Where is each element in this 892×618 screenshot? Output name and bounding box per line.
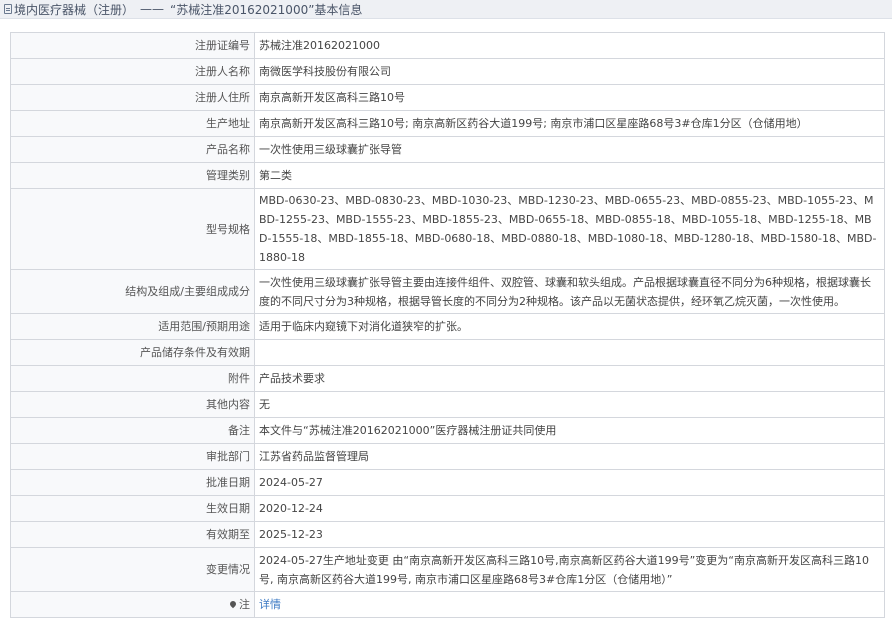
row-label: 备注 (10, 417, 255, 444)
row-label: 生效日期 (10, 495, 255, 522)
table-row: 有效期至 2025-12-23 (10, 521, 885, 548)
row-label: 附件 (10, 365, 255, 392)
row-value: 适用于临床内窥镜下对消化道狭窄的扩张。 (254, 313, 885, 340)
row-label: 有效期至 (10, 521, 255, 548)
row-value: 南京高新开发区高科三路10号; 南京高新区药谷大道199号; 南京市浦口区星座路… (254, 110, 885, 137)
row-label: 注 (239, 598, 250, 611)
row-label: 产品储存条件及有效期 (10, 339, 255, 366)
row-value: MBD-0630-23、MBD-0830-23、MBD-1030-23、MBD-… (254, 188, 885, 270)
row-value: 一次性使用三级球囊扩张导管主要由连接件组件、双腔管、球囊和软头组成。产品根据球囊… (254, 269, 885, 314)
row-label: 注册证编号 (10, 32, 255, 59)
header-separator: —— (140, 2, 165, 16)
row-value: 2025-12-23 (254, 521, 885, 548)
table-row: 适用范围/预期用途 适用于临床内窥镜下对消化道狭窄的扩张。 (10, 313, 885, 340)
row-value: 2020-12-24 (254, 495, 885, 522)
row-label: 管理类别 (10, 162, 255, 189)
table-row: 产品名称 一次性使用三级球囊扩张导管 (10, 136, 885, 163)
row-label: 注册人住所 (10, 84, 255, 111)
table-row: 生效日期 2020-12-24 (10, 495, 885, 522)
row-value: 本文件与“苏械注准20162021000”医疗器械注册证共同使用 (254, 417, 885, 444)
table-row: 产品储存条件及有效期 (10, 339, 885, 366)
row-value: 江苏省药品监督管理局 (254, 443, 885, 470)
row-label: 生产地址 (10, 110, 255, 137)
row-value: 2024-05-27 (254, 469, 885, 496)
row-label: 注册人名称 (10, 58, 255, 85)
document-icon (4, 4, 12, 14)
row-label: 批准日期 (10, 469, 255, 496)
info-table: 注册证编号 苏械注准20162021000 注册人名称 南微医学科技股份有限公司… (10, 32, 885, 618)
row-value (254, 339, 885, 366)
row-label: 其他内容 (10, 391, 255, 418)
table-row: 附件 产品技术要求 (10, 365, 885, 392)
row-label: 适用范围/预期用途 (10, 313, 255, 340)
row-value: 苏械注准20162021000 (254, 32, 885, 59)
table-row: 注册证编号 苏械注准20162021000 (10, 32, 885, 59)
header-prefix: 境内医疗器械（注册） (14, 2, 135, 17)
row-label: 变更情况 (10, 547, 255, 592)
table-row: 批准日期 2024-05-27 (10, 469, 885, 496)
row-value: 南微医学科技股份有限公司 (254, 58, 885, 85)
table-row: 其他内容 无 (10, 391, 885, 418)
note-label-cell: 注 (10, 591, 255, 618)
row-value: 第二类 (254, 162, 885, 189)
row-value: 一次性使用三级球囊扩张导管 (254, 136, 885, 163)
row-value: 南京高新开发区高科三路10号 (254, 84, 885, 111)
details-link[interactable]: 详情 (259, 598, 281, 611)
row-value: 产品技术要求 (254, 365, 885, 392)
table-row: 生产地址 南京高新开发区高科三路10号; 南京高新区药谷大道199号; 南京市浦… (10, 110, 885, 137)
table-row: 注册人住所 南京高新开发区高科三路10号 (10, 84, 885, 111)
row-value: 2024-05-27生产地址变更 由“南京高新开发区高科三路10号,南京高新区药… (254, 547, 885, 592)
header-title: “苏械注准20162021000”基本信息 (170, 2, 363, 17)
table-row: 注 详情 (10, 591, 885, 618)
row-label: 产品名称 (10, 136, 255, 163)
page-header: 境内医疗器械（注册） —— “苏械注准20162021000”基本信息 (0, 0, 892, 19)
row-label: 型号规格 (10, 188, 255, 270)
table-row: 注册人名称 南微医学科技股份有限公司 (10, 58, 885, 85)
table-row: 审批部门 江苏省药品监督管理局 (10, 443, 885, 470)
table-row: 管理类别 第二类 (10, 162, 885, 189)
table-row: 型号规格 MBD-0630-23、MBD-0830-23、MBD-1030-23… (10, 188, 885, 270)
pin-icon (228, 599, 238, 609)
table-row: 结构及组成/主要组成成分 一次性使用三级球囊扩张导管主要由连接件组件、双腔管、球… (10, 269, 885, 314)
row-label: 结构及组成/主要组成成分 (10, 269, 255, 314)
row-value-cell: 详情 (254, 591, 885, 618)
row-label: 审批部门 (10, 443, 255, 470)
row-value: 无 (254, 391, 885, 418)
table-row: 备注 本文件与“苏械注准20162021000”医疗器械注册证共同使用 (10, 417, 885, 444)
table-row: 变更情况 2024-05-27生产地址变更 由“南京高新开发区高科三路10号,南… (10, 547, 885, 592)
